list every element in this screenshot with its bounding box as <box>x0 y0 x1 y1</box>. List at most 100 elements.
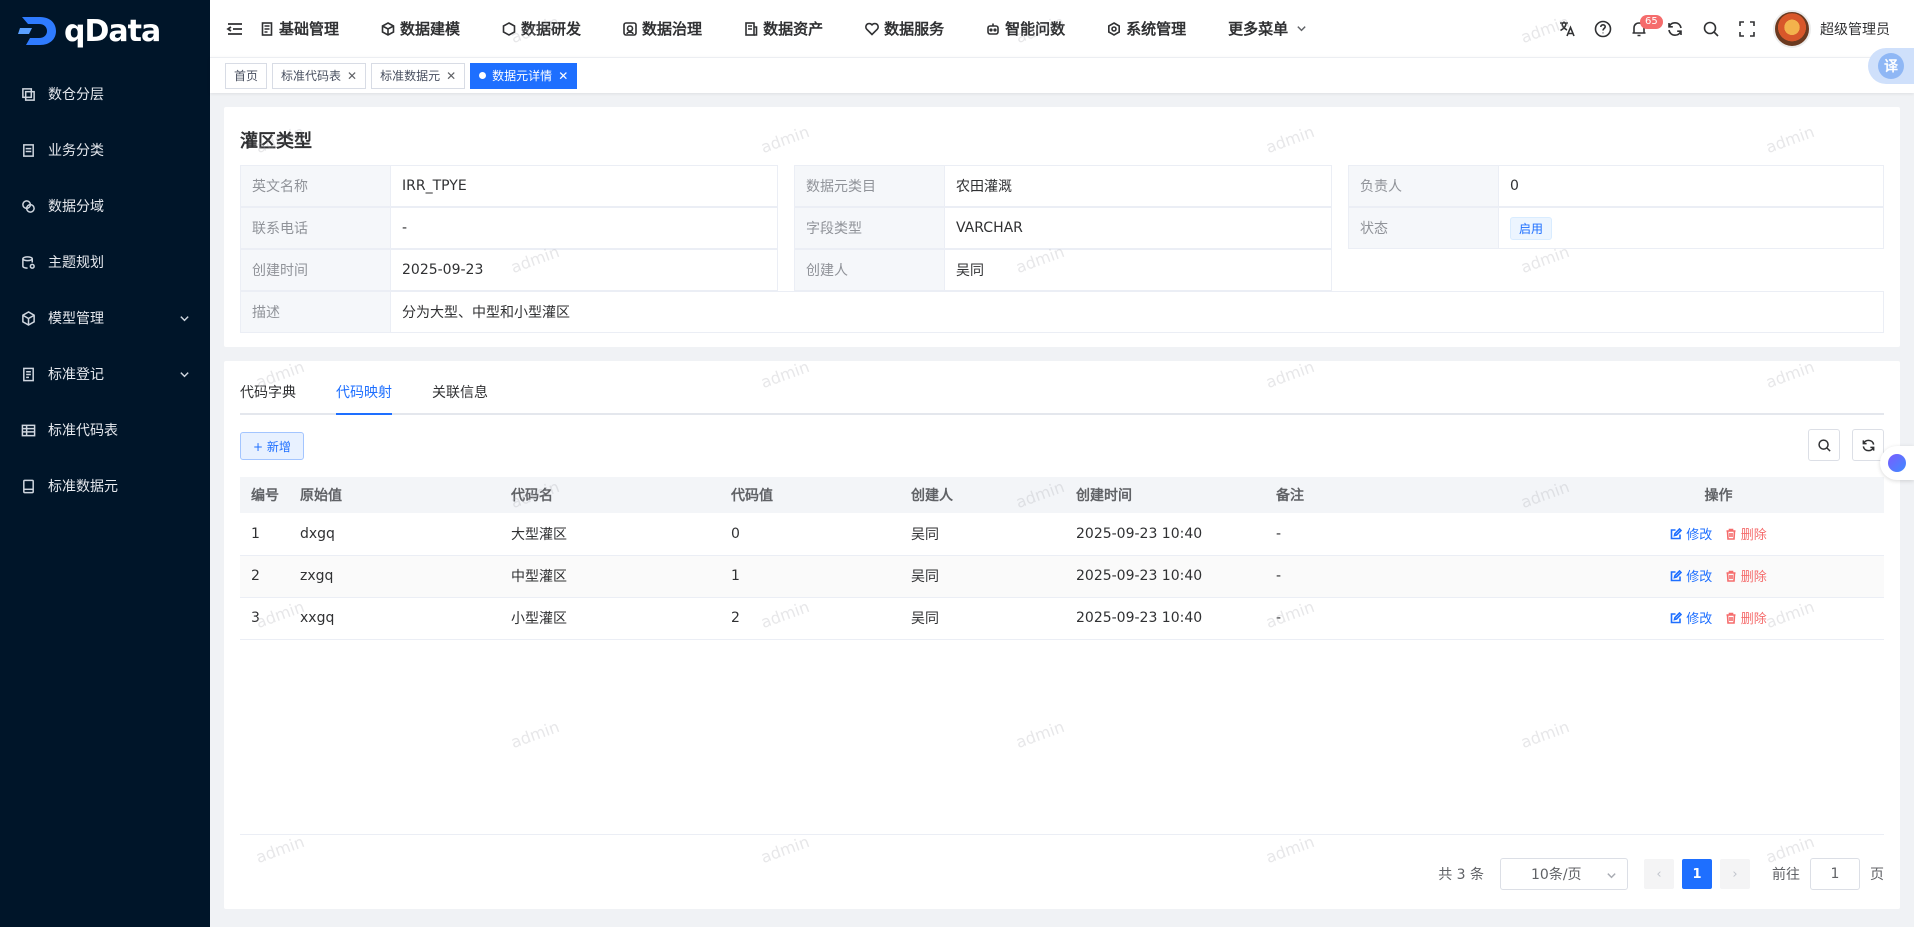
nav-basic-management[interactable]: 基础管理 <box>260 18 339 39</box>
active-dot <box>479 72 487 79</box>
cell-actions: 修改 删除 <box>1542 597 1884 640</box>
add-button[interactable]: + 新增 <box>240 432 304 460</box>
avatar[interactable] <box>1773 9 1811 48</box>
nav-label: 智能问数 <box>1005 20 1066 38</box>
page-number-button[interactable]: 1 <box>1682 859 1712 889</box>
cube-icon <box>502 21 521 36</box>
translate-plugin-label: 译 <box>1878 53 1904 79</box>
field-label: 字段类型 <box>795 208 945 248</box>
field-label: 英文名称 <box>241 166 391 206</box>
goto-page-input[interactable] <box>1810 858 1860 890</box>
next-page-button[interactable]: › <box>1720 859 1750 889</box>
close-icon[interactable]: ✕ <box>558 69 568 83</box>
cube-icon <box>381 21 400 36</box>
prev-page-button[interactable]: ‹ <box>1644 859 1674 889</box>
nav-smart-query[interactable]: 智能问数 <box>986 18 1065 39</box>
tag-standard-data-element[interactable]: 标准数据元 ✕ <box>371 62 466 89</box>
tag-data-element-detail[interactable]: 数据元详情 ✕ <box>470 62 578 89</box>
logo[interactable]: qData <box>0 0 210 62</box>
col-header-created-time: 创建时间 <box>1065 477 1265 513</box>
nav-data-service[interactable]: 数据服务 <box>865 18 944 39</box>
cell-creator: 吴同 <box>900 555 1065 598</box>
field-label: 创建人 <box>795 250 945 290</box>
nav-label: 系统管理 <box>1126 20 1187 38</box>
close-icon[interactable]: ✕ <box>446 69 456 83</box>
trash-icon <box>1726 528 1736 540</box>
translate-button[interactable] <box>1549 11 1585 47</box>
edit-button[interactable]: 修改 <box>1670 608 1712 627</box>
nav-label: 数据资产 <box>763 20 824 38</box>
table-header-row: 编号 原始值 代码名 代码值 创建人 创建时间 备注 操作 <box>240 477 1884 513</box>
topic-icon <box>20 254 36 270</box>
fullscreen-button[interactable] <box>1729 11 1765 47</box>
nav-data-governance[interactable]: 数据治理 <box>623 18 702 39</box>
goto-page: 前往 页 <box>1772 858 1884 890</box>
field-phone: 联系电话 - <box>240 207 778 249</box>
cell-remark: - <box>1265 597 1542 640</box>
nav-data-modeling[interactable]: 数据建模 <box>381 18 460 39</box>
close-icon[interactable]: ✕ <box>347 69 357 83</box>
sidebar-toggle-button[interactable] <box>210 0 260 57</box>
field-value: 2025-09-23 <box>402 262 484 278</box>
sidebar-item-label: 业务分类 <box>48 143 104 159</box>
page-size-select[interactable]: 10条/页 <box>1500 858 1628 890</box>
edit-icon <box>1670 611 1683 624</box>
sidebar-item-model-management[interactable]: 模型管理 <box>0 290 210 346</box>
help-button[interactable] <box>1585 11 1621 47</box>
edit-button[interactable]: 修改 <box>1670 566 1712 585</box>
sidebar-item-business-category[interactable]: 业务分类 <box>0 122 210 178</box>
sidebar-item-standard-code-table[interactable]: 标准代码表 <box>0 402 210 458</box>
sidebar-item-data-domain[interactable]: 数据分域 <box>0 178 210 234</box>
delete-button[interactable]: 删除 <box>1725 608 1767 627</box>
tab-related-info[interactable]: 关联信息 <box>432 382 488 413</box>
nav-label: 数据研发 <box>521 20 582 38</box>
sidebar-item-label: 主题规划 <box>48 255 104 271</box>
table-row: 3 xxgq 小型灌区 2 吴同 2025-09-23 10:40 - 修改 删… <box>240 597 1884 640</box>
ai-assistant-button[interactable] <box>1880 446 1914 480</box>
fullscreen-icon <box>1739 20 1755 37</box>
sidebar-item-dw-layers[interactable]: 数仓分层 <box>0 66 210 122</box>
code-mapping-table: 编号 原始值 代码名 代码值 创建人 创建时间 备注 操作 1 dxgq 大型灌… <box>240 477 1884 640</box>
nav-more-menu[interactable]: 更多菜单 <box>1228 18 1307 39</box>
sidebar-item-standard-register[interactable]: 标准登记 <box>0 346 210 402</box>
nav-data-assets[interactable]: 数据资产 <box>744 18 823 39</box>
cell-remark: - <box>1265 555 1542 598</box>
tag-label: 标准数据元 <box>380 69 441 83</box>
sidebar-item-topic-planning[interactable]: 主题规划 <box>0 234 210 290</box>
search-button[interactable] <box>1693 11 1729 47</box>
nav-label: 数据治理 <box>642 20 703 38</box>
table-toolbar: + 新增 <box>240 415 1884 477</box>
username[interactable]: 超级管理员 <box>1820 19 1890 39</box>
tag-standard-code-table[interactable]: 标准代码表 ✕ <box>272 62 367 89</box>
robot-icon <box>986 22 1005 36</box>
tab-code-dictionary[interactable]: 代码字典 <box>240 382 296 413</box>
sidebar-item-label: 数仓分层 <box>48 87 104 103</box>
edit-icon <box>1670 527 1683 539</box>
translate-plugin-button[interactable]: 译 <box>1868 48 1914 84</box>
edit-icon <box>1670 569 1683 582</box>
edit-label: 修改 <box>1686 570 1713 586</box>
classify-icon <box>20 142 36 158</box>
tag-home[interactable]: 首页 <box>225 62 268 89</box>
sidebar-item-standard-data-element[interactable]: 标准数据元 <box>0 458 210 514</box>
field-description: 描述 分为大型、中型和小型灌区 <box>240 291 1884 333</box>
search-toggle-button[interactable] <box>1808 429 1840 461</box>
delete-button[interactable]: 删除 <box>1725 566 1767 585</box>
cell-id: 1 <box>240 513 289 556</box>
table-refresh-button[interactable] <box>1852 429 1884 461</box>
nav-data-development[interactable]: 数据研发 <box>502 18 581 39</box>
nav-label: 数据建模 <box>400 20 461 38</box>
cell-creator: 吴同 <box>900 597 1065 640</box>
top-right-tools: 65 超级管理员 <box>1549 0 1914 57</box>
notification-button[interactable]: 65 <box>1621 11 1663 47</box>
edit-button[interactable]: 修改 <box>1670 524 1712 543</box>
nav-system-management[interactable]: 系统管理 <box>1107 18 1186 39</box>
tab-code-mapping[interactable]: 代码映射 <box>336 382 392 415</box>
cell-code: 0 <box>720 513 900 556</box>
logo-icon <box>18 14 62 48</box>
ai-assistant-icon <box>1888 454 1906 472</box>
refresh-button[interactable] <box>1657 11 1693 47</box>
chevron-down-icon <box>1288 23 1307 34</box>
refresh-icon <box>1668 21 1682 36</box>
delete-button[interactable]: 删除 <box>1725 524 1767 543</box>
